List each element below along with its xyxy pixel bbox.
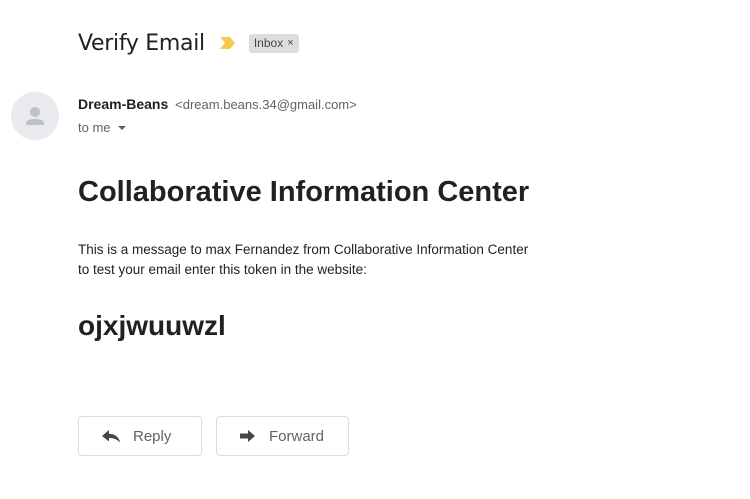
verification-token: ojxjwuuwzl [78,310,226,341]
reply-label: Reply [133,427,172,445]
message-actions: Reply Forward [78,416,349,456]
forward-arrow-icon [239,429,257,443]
body-text: This is a message to max Fernandez from … [78,240,528,280]
subject-row: Verify Email Inbox × [78,28,299,58]
email-subject: Verify Email [78,30,205,56]
sender-email: <dream.beans.34@gmail.com> [175,97,357,112]
recipient-text: to me [78,120,111,135]
body-line: This is a message to max Fernandez from … [78,242,529,257]
forward-button[interactable]: Forward [216,416,349,456]
sender-avatar[interactable] [11,92,59,140]
body-line: to test your email enter this token in t… [78,262,367,277]
body-heading: Collaborative Information Center [78,176,530,208]
label-chip-text: Inbox [253,36,284,50]
reply-arrow-icon [101,429,121,443]
person-icon [26,107,44,125]
sender-line: Dream-Beans <dream.beans.34@gmail.com> [78,96,357,112]
remove-label-icon[interactable]: × [287,37,293,49]
email-view: Verify Email Inbox × Dream-Beans <dream.… [0,0,750,499]
importance-marker-icon[interactable] [219,34,237,52]
inbox-label-chip[interactable]: Inbox × [248,33,299,53]
chevron-down-icon[interactable] [117,125,127,131]
forward-label: Forward [269,427,325,445]
sender-name[interactable]: Dream-Beans [78,96,168,112]
reply-button[interactable]: Reply [78,416,202,456]
recipient-line: to me [78,120,127,135]
